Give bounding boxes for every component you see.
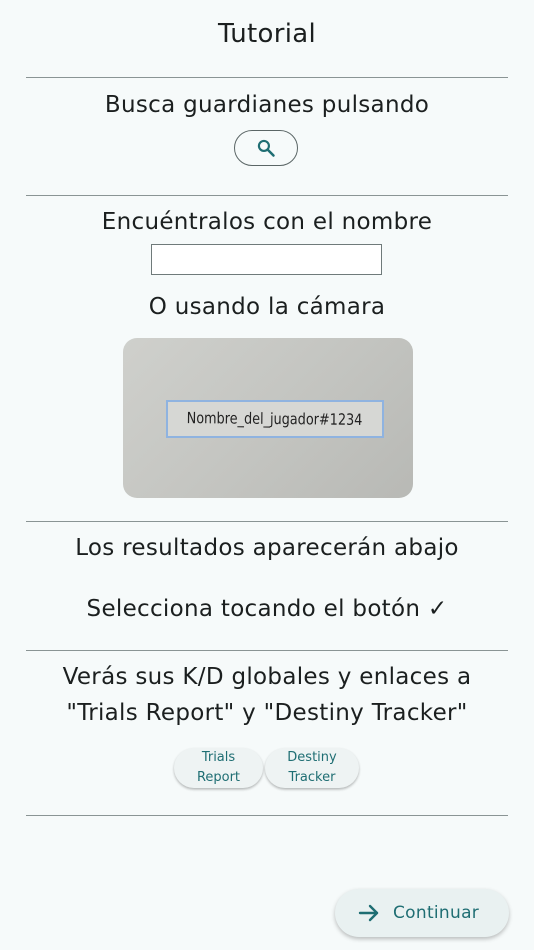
- divider: [26, 815, 508, 816]
- page-title: Tutorial: [218, 19, 316, 49]
- links-instruction-line2: "Trials Report" y "Destiny Tracker": [66, 700, 468, 726]
- results-instruction: Los resultados aparecerán abajo: [75, 535, 459, 561]
- search-instruction: Busca guardianes pulsando: [104, 92, 430, 118]
- search-icon: [257, 139, 275, 157]
- camera-instruction: O usando la cámara: [148, 294, 386, 320]
- detected-text-box: Nombre_del_jugador#1234: [166, 400, 384, 438]
- select-instruction: Selecciona tocando el botón ✓: [86, 596, 448, 622]
- continue-button[interactable]: Continuar: [335, 889, 509, 937]
- detected-player-name: Nombre_del_jugador#1234: [187, 409, 363, 429]
- chip-label-line1: Trials: [201, 750, 236, 765]
- divider: [26, 521, 508, 522]
- divider: [26, 195, 508, 196]
- chip-label-line2: Report: [196, 770, 241, 785]
- links-instruction-line1: Verás sus K/D globales y enlaces a: [62, 664, 472, 690]
- continue-label: Continuar: [393, 903, 480, 923]
- divider: [26, 650, 508, 651]
- destiny-tracker-chip[interactable]: Destiny Tracker: [265, 748, 359, 788]
- chip-label-line1: Destiny: [287, 750, 337, 765]
- arrow-right-icon: [358, 904, 379, 922]
- name-instruction: Encuéntralos con el nombre: [101, 209, 433, 235]
- divider: [26, 77, 508, 78]
- name-input[interactable]: [151, 244, 382, 275]
- camera-preview-image: Nombre_del_jugador#1234: [123, 338, 413, 498]
- trials-report-chip[interactable]: Trials Report: [174, 748, 263, 788]
- search-button[interactable]: [234, 130, 298, 166]
- chip-label-line2: Tracker: [288, 770, 336, 785]
